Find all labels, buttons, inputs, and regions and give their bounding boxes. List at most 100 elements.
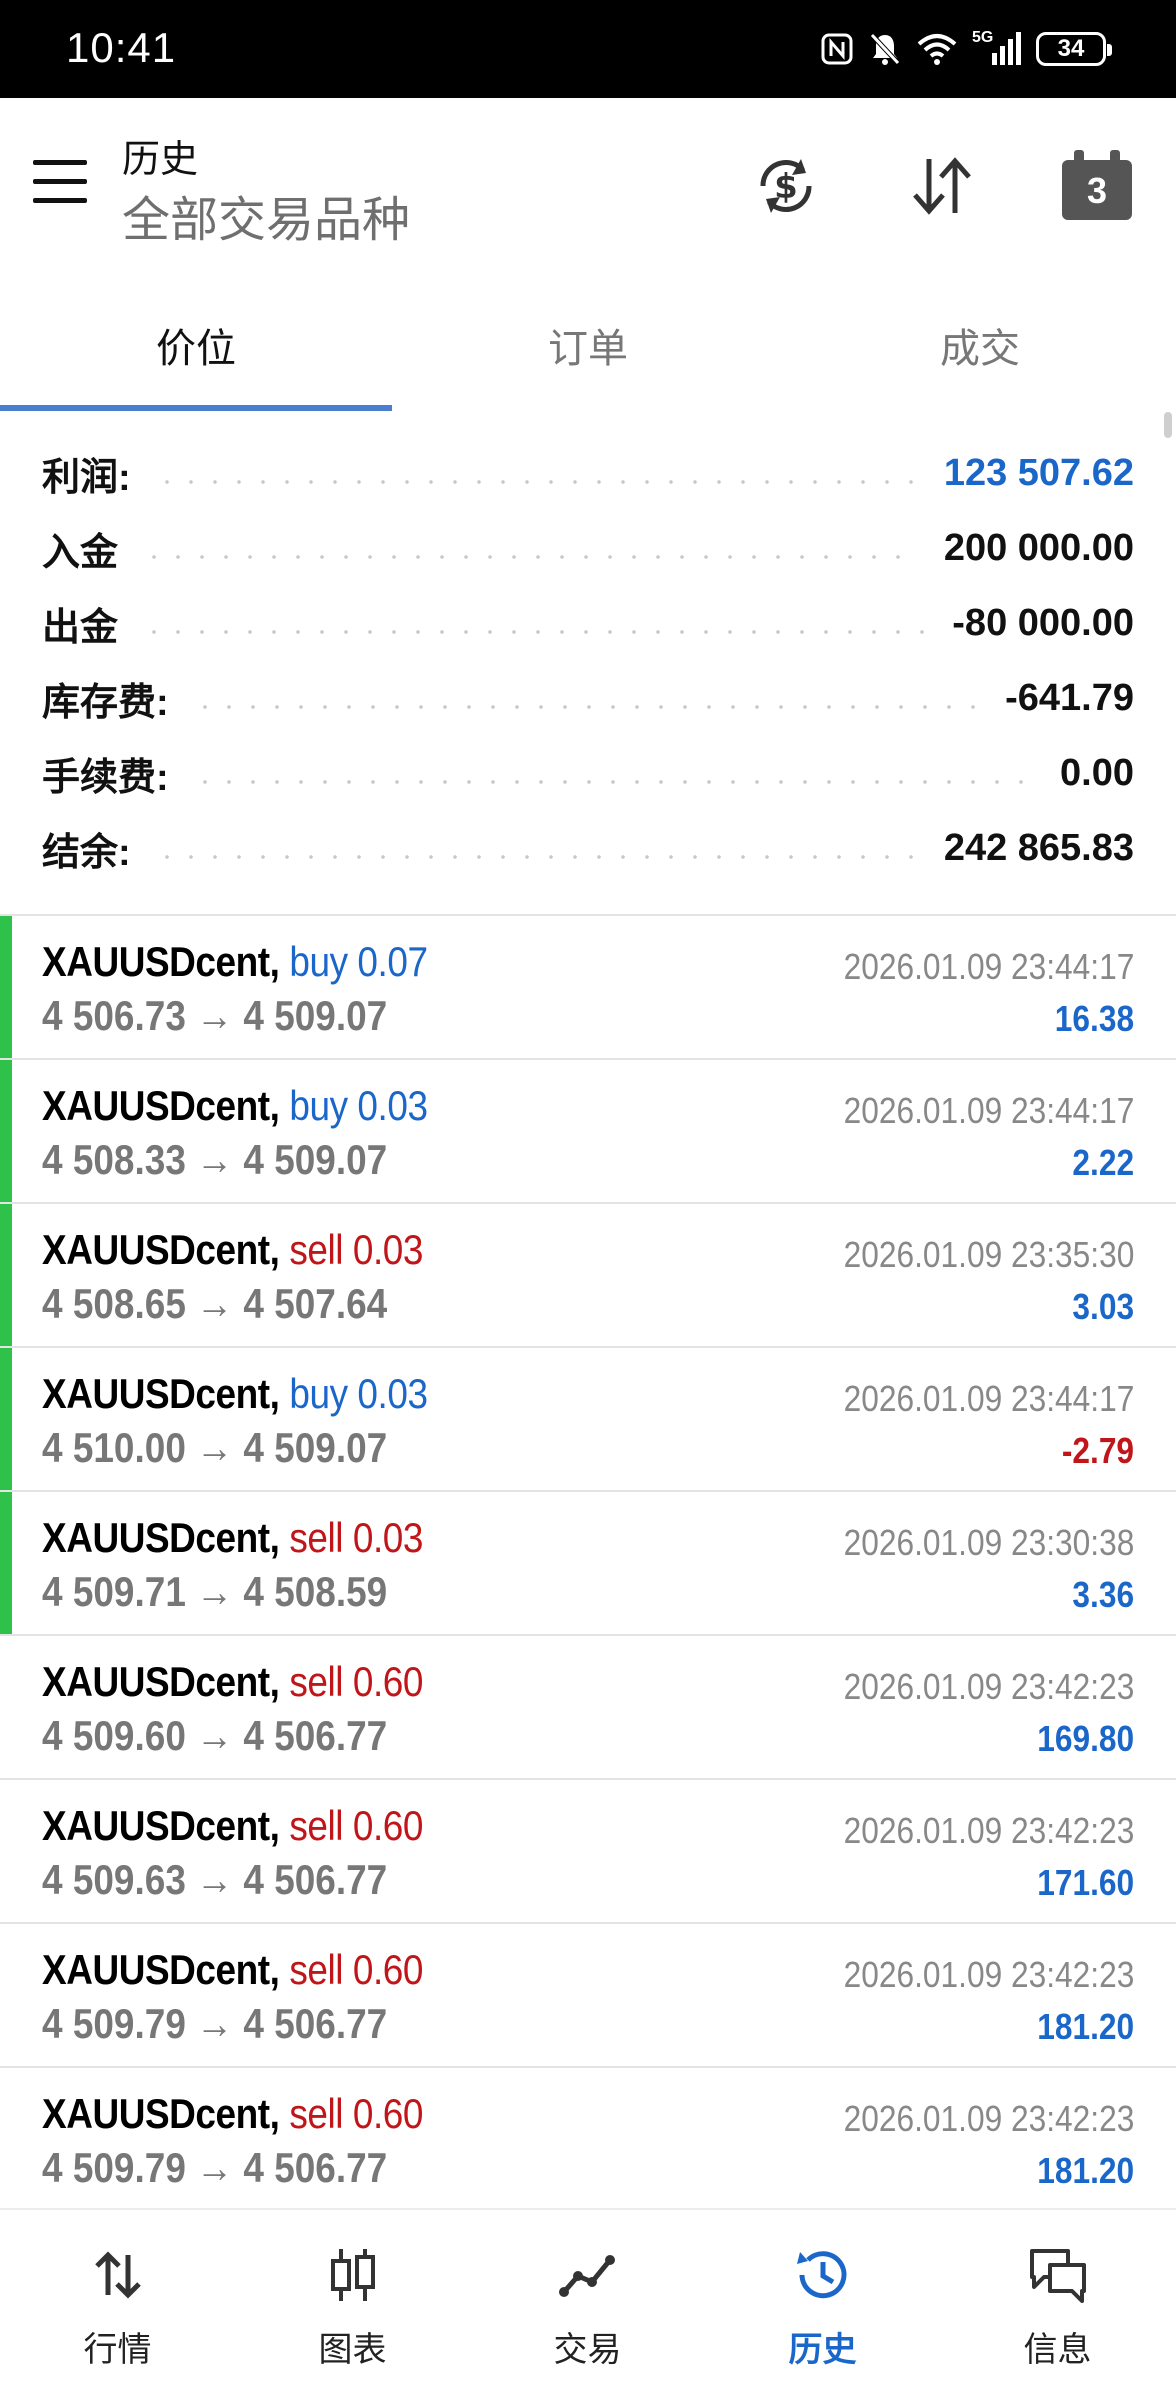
open-marker	[0, 1492, 12, 1636]
summary-deposit: 入金 200 000.00	[0, 511, 1176, 586]
app-header: 历史 全部交易品种 $ 3	[0, 98, 1176, 278]
deal-profit: 3.03	[1072, 1286, 1134, 1327]
position-title: XAUUSDcent, sell 0.60	[42, 2090, 423, 2138]
summary-value: -80 000.00	[952, 602, 1134, 644]
currency-exchange-button[interactable]: $	[748, 148, 824, 224]
deal-profit: 3.36	[1072, 1574, 1134, 1615]
tab-positions[interactable]: 价位	[0, 278, 392, 412]
trade-icon	[553, 2240, 623, 2310]
price-range: 4 508.65 → 4 507.64	[42, 1280, 388, 1327]
deal-time: 2026.01.09 23:44:17	[843, 1090, 1134, 1131]
nav-trade[interactable]: 交易	[470, 2210, 705, 2400]
calendar-button[interactable]: 3	[1062, 150, 1132, 220]
price-range: 4 509.63 → 4 506.77	[42, 1856, 388, 1903]
tab-deals[interactable]: 成交	[784, 278, 1176, 412]
nav-label: 交易	[553, 2331, 622, 2369]
nav-label: 信息	[1023, 2331, 1092, 2369]
nav-label: 行情	[83, 2331, 152, 2369]
sort-arrows-icon	[913, 157, 971, 215]
symbol-name: XAUUSDcent,	[42, 1082, 280, 1129]
summary-value: -641.79	[1005, 677, 1134, 719]
page-title: 历史	[122, 139, 199, 181]
summary-balance: 结余: 242 865.83	[0, 811, 1176, 886]
history-icon	[788, 2240, 858, 2310]
symbol-name: XAUUSDcent,	[42, 1514, 280, 1561]
price-range: 4 509.79 → 4 506.77	[42, 2144, 388, 2191]
position-row[interactable]: XAUUSDcent, buy 0.03 4 508.33 → 4 509.07 2…	[0, 1058, 1176, 1204]
scrollbar[interactable]	[1164, 412, 1172, 438]
position-row[interactable]: XAUUSDcent, buy 0.03 4 510.00 → 4 509.07 2…	[0, 1346, 1176, 1492]
deal-time: 2026.01.09 23:42:23	[843, 2098, 1134, 2139]
price-range: 4 510.00 → 4 509.07	[42, 1424, 388, 1471]
summary-label: 结余:	[42, 832, 131, 874]
deal-time: 2026.01.09 23:42:23	[843, 1810, 1134, 1851]
wifi-icon	[917, 34, 957, 65]
symbol-name: XAUUSDcent,	[42, 1802, 280, 1849]
symbol-name: XAUUSDcent,	[42, 2090, 280, 2137]
summary-value: 0.00	[1060, 752, 1134, 794]
deal-profit: 181.20	[1037, 2006, 1134, 2047]
messages-icon	[1023, 2240, 1093, 2310]
deal-time: 2026.01.09 23:42:23	[843, 1666, 1134, 1707]
sort-button[interactable]	[904, 148, 980, 224]
position-title: XAUUSDcent, sell 0.60	[42, 1946, 423, 1994]
position-title: XAUUSDcent, buy 0.07	[42, 938, 428, 986]
summary-label: 出金	[42, 607, 119, 649]
status-bar: 10:41 5G 34	[0, 0, 1176, 98]
position-row[interactable]: XAUUSDcent, buy 0.07 4 506.73 → 4 509.07 2…	[0, 914, 1176, 1060]
nav-history[interactable]: 历史	[705, 2210, 940, 2400]
position-row[interactable]: XAUUSDcent, sell 0.60 4 509.63 → 4 506.77…	[0, 1778, 1176, 1922]
active-tab-indicator	[0, 405, 392, 411]
nfc-icon	[821, 33, 853, 65]
position-list: XAUUSDcent, buy 0.07 4 506.73 → 4 509.07 2…	[0, 914, 1176, 2212]
tab-orders[interactable]: 订单	[392, 278, 784, 412]
calendar-day: 3	[1086, 170, 1108, 211]
open-marker	[0, 1060, 12, 1204]
symbol-name: XAUUSDcent,	[42, 938, 280, 985]
price-range: 4 508.33 → 4 509.07	[42, 1136, 388, 1183]
menu-button[interactable]	[30, 160, 90, 204]
position-row[interactable]: XAUUSDcent, sell 0.60 4 509.79 → 4 506.77…	[0, 1922, 1176, 2066]
trade-side: sell 0.60	[289, 1658, 424, 1705]
deal-profit: 16.38	[1054, 998, 1134, 1039]
summary-value: 123 507.62	[943, 452, 1134, 494]
summary-label: 入金	[42, 532, 119, 574]
nav-chart[interactable]: 图表	[235, 2210, 470, 2400]
position-row[interactable]: XAUUSDcent, sell 0.03 4 508.65 → 4 507.64…	[0, 1202, 1176, 1348]
trade-side: sell 0.60	[289, 1802, 424, 1849]
summary-profit: 利润: 123 507.62	[0, 436, 1176, 511]
summary-label: 手续费:	[42, 757, 169, 799]
price-range: 4 506.73 → 4 509.07	[42, 992, 388, 1039]
position-row[interactable]: XAUUSDcent, sell 0.03 4 509.71 → 4 508.59…	[0, 1490, 1176, 1636]
symbol-name: XAUUSDcent,	[42, 1370, 280, 1417]
deal-profit: 171.60	[1037, 1862, 1134, 1903]
quotes-icon	[83, 2240, 153, 2310]
symbol-filter[interactable]: 全部交易品种	[122, 180, 410, 250]
trade-side: buy 0.07	[289, 938, 428, 985]
battery-icon: 34	[1036, 32, 1112, 66]
nav-messages[interactable]: 信息	[940, 2210, 1175, 2400]
position-title: XAUUSDcent, sell 0.60	[42, 1658, 423, 1706]
currency-refresh-icon: $	[760, 159, 812, 213]
deal-time: 2026.01.09 23:44:17	[843, 1378, 1134, 1419]
deal-profit: -2.79	[1061, 1430, 1134, 1471]
deal-profit: 2.22	[1072, 1142, 1134, 1183]
summary-withdrawal: 出金 -80 000.00	[0, 586, 1176, 661]
bottom-navigation: 行情 图表 交易 历史 信息	[0, 2208, 1176, 2400]
nav-quotes[interactable]: 行情	[0, 2210, 235, 2400]
svg-text:$: $	[774, 167, 798, 207]
nav-label: 图表	[318, 2331, 387, 2369]
deal-time: 2026.01.09 23:35:30	[843, 1234, 1134, 1275]
summary-label: 库存费:	[42, 682, 169, 724]
nav-label: 历史	[788, 2331, 857, 2369]
position-row[interactable]: XAUUSDcent, sell 0.60 4 509.60 → 4 506.77…	[0, 1634, 1176, 1778]
open-marker	[0, 916, 12, 1060]
trade-side: sell 0.03	[289, 1514, 424, 1561]
position-title: XAUUSDcent, sell 0.03	[42, 1226, 423, 1274]
open-marker	[0, 1348, 12, 1492]
battery-level: 34	[1057, 35, 1085, 62]
position-row[interactable]: XAUUSDcent, sell 0.60 4 509.79 → 4 506.77…	[0, 2066, 1176, 2210]
summary-label: 利润:	[42, 457, 131, 499]
history-tabs: 价位 订单 成交	[0, 278, 1176, 412]
summary-swap: 库存费: -641.79	[0, 661, 1176, 736]
